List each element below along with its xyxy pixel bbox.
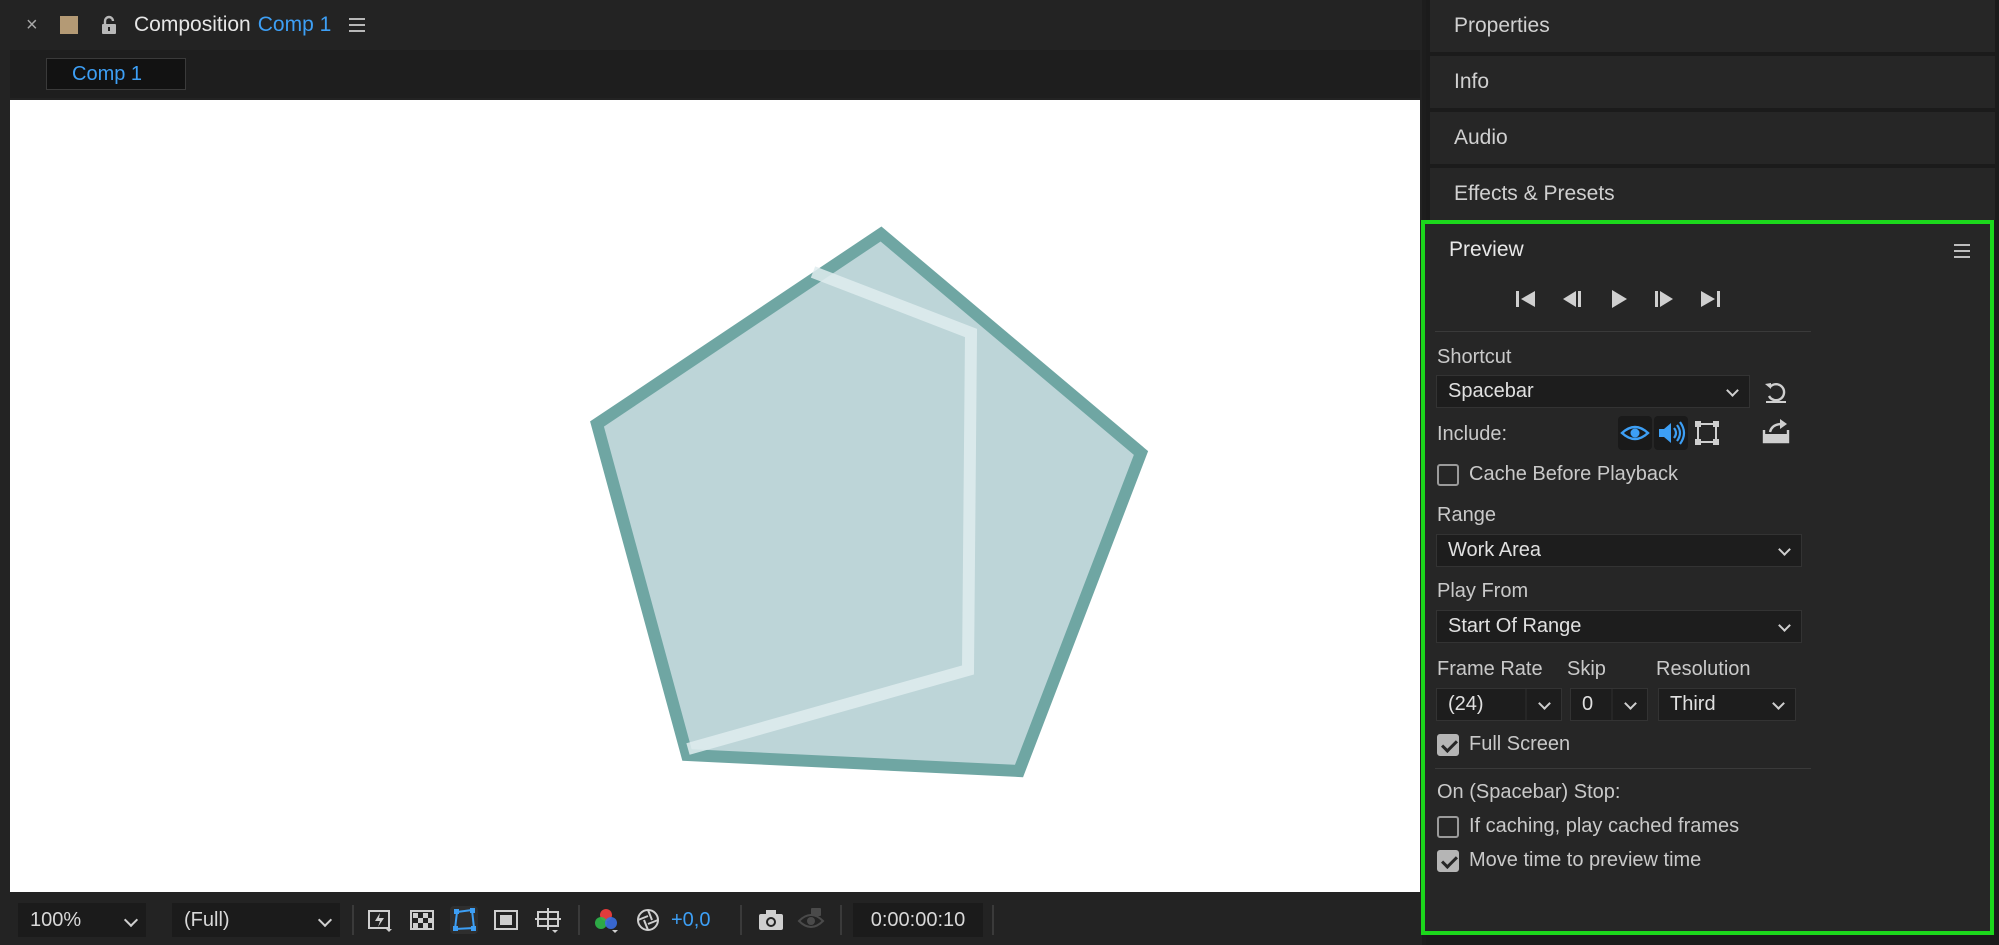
divider [1435,331,1811,332]
pentagon-shape-layer[interactable] [10,100,1420,892]
frame-rate-value: (24) [1448,693,1484,715]
close-panel-icon[interactable]: × [26,14,60,37]
divider [992,905,994,935]
if-caching-label: If caching, play cached frames [1469,815,1740,837]
skip-value: 0 [1582,693,1594,715]
exposure-value[interactable]: +0,0 [671,906,710,934]
include-overlays-toggle[interactable] [1690,416,1724,450]
magnification-value: 100% [30,909,82,931]
comp-tab-bar: Comp 1 [10,50,1420,98]
comp-tab[interactable]: Comp 1 [46,58,186,90]
divider [1435,768,1811,769]
resolution-value: (Full) [184,909,230,931]
frame-rate-label: Frame Rate [1437,658,1543,680]
fast-previews-icon[interactable] [366,906,394,934]
show-snapshot-icon[interactable] [797,906,825,934]
reset-exposure-icon[interactable] [634,906,662,934]
preview-resolution-value: Third [1670,693,1716,715]
play-from-label: Play From [1437,580,1529,602]
shortcut-dropdown[interactable]: Spacebar [1436,375,1750,408]
reset-shortcut-icon[interactable] [1762,378,1790,406]
transparency-grid-icon[interactable] [408,906,436,934]
shortcut-label: Shortcut [1437,346,1512,368]
previous-frame-icon[interactable] [1557,284,1587,314]
playback-controls [1511,284,1725,314]
shortcut-value: Spacebar [1448,380,1534,402]
layer-controls-icon [1695,421,1719,445]
preview-resolution-dropdown[interactable]: Third [1658,688,1796,721]
include-video-toggle[interactable] [1618,416,1652,450]
full-screen-label: Full Screen [1469,733,1571,755]
panel-menu-icon[interactable] [349,18,366,32]
panel-menu-icon[interactable] [1954,244,1970,258]
external-video-output-icon[interactable] [1760,416,1792,448]
comp-name[interactable]: Comp 1 [258,13,332,37]
stop-label: On (Spacebar) Stop: [1437,781,1621,803]
full-screen-checkbox[interactable] [1437,734,1459,756]
skip-dropdown[interactable]: 0 [1570,688,1648,721]
divider [352,905,354,935]
lock-icon[interactable] [100,15,118,35]
if-caching-checkbox[interactable] [1437,816,1459,838]
properties-panel-tab[interactable]: Properties [1430,0,1995,52]
composition-viewer[interactable] [10,100,1420,892]
range-dropdown[interactable]: Work Area [1436,534,1802,567]
composition-panel: × Composition Comp 1 Comp 1 100% (Full) … [0,0,1422,945]
cache-before-playback-label: Cache Before Playback [1469,463,1679,485]
move-time-checkbox[interactable] [1437,850,1459,872]
panel-title: Composition [134,13,251,36]
skip-label: Skip [1567,658,1606,680]
last-frame-icon[interactable] [1695,284,1725,314]
divider [840,905,842,935]
range-label: Range [1437,504,1496,526]
info-panel-tab[interactable]: Info [1430,56,1995,108]
cache-before-playback-checkbox[interactable] [1437,464,1459,486]
divider [578,905,580,935]
region-of-interest-icon[interactable] [492,906,520,934]
include-label: Include: [1437,423,1508,445]
eye-icon [1620,425,1650,441]
preview-title: Preview [1449,238,1524,261]
divider [740,905,742,935]
include-audio-toggle[interactable] [1654,416,1688,450]
grid-guides-icon[interactable] [534,906,562,934]
next-frame-icon[interactable] [1649,284,1679,314]
mask-visibility-icon[interactable] [450,906,478,934]
current-time-display[interactable]: 0:00:00:10 [853,903,983,937]
audio-panel-tab[interactable]: Audio [1430,112,1995,164]
resolution-label: Resolution [1656,658,1751,680]
magnification-dropdown[interactable]: 100% [18,903,146,937]
resolution-dropdown[interactable]: (Full) [172,903,340,937]
play-icon[interactable] [1603,284,1633,314]
comp-color-label-icon[interactable] [60,16,78,34]
preview-panel: Preview Shortcut Spacebar Include: Cache… [1421,220,1994,935]
speaker-icon [1659,421,1686,445]
after-effects-window: × Composition Comp 1 Comp 1 100% (Full) … [0,0,1999,945]
play-from-dropdown[interactable]: Start Of Range [1436,610,1802,643]
frame-rate-dropdown[interactable]: (24) [1436,688,1562,721]
composition-header: × Composition Comp 1 [0,0,1422,50]
effects-presets-panel-tab[interactable]: Effects & Presets [1430,168,1995,220]
first-frame-icon[interactable] [1511,284,1541,314]
channel-rgb-icon[interactable] [592,906,620,934]
snapshot-camera-icon[interactable] [757,906,785,934]
play-from-value: Start Of Range [1448,615,1582,637]
move-time-label: Move time to preview time [1469,849,1702,871]
range-value: Work Area [1448,539,1541,561]
